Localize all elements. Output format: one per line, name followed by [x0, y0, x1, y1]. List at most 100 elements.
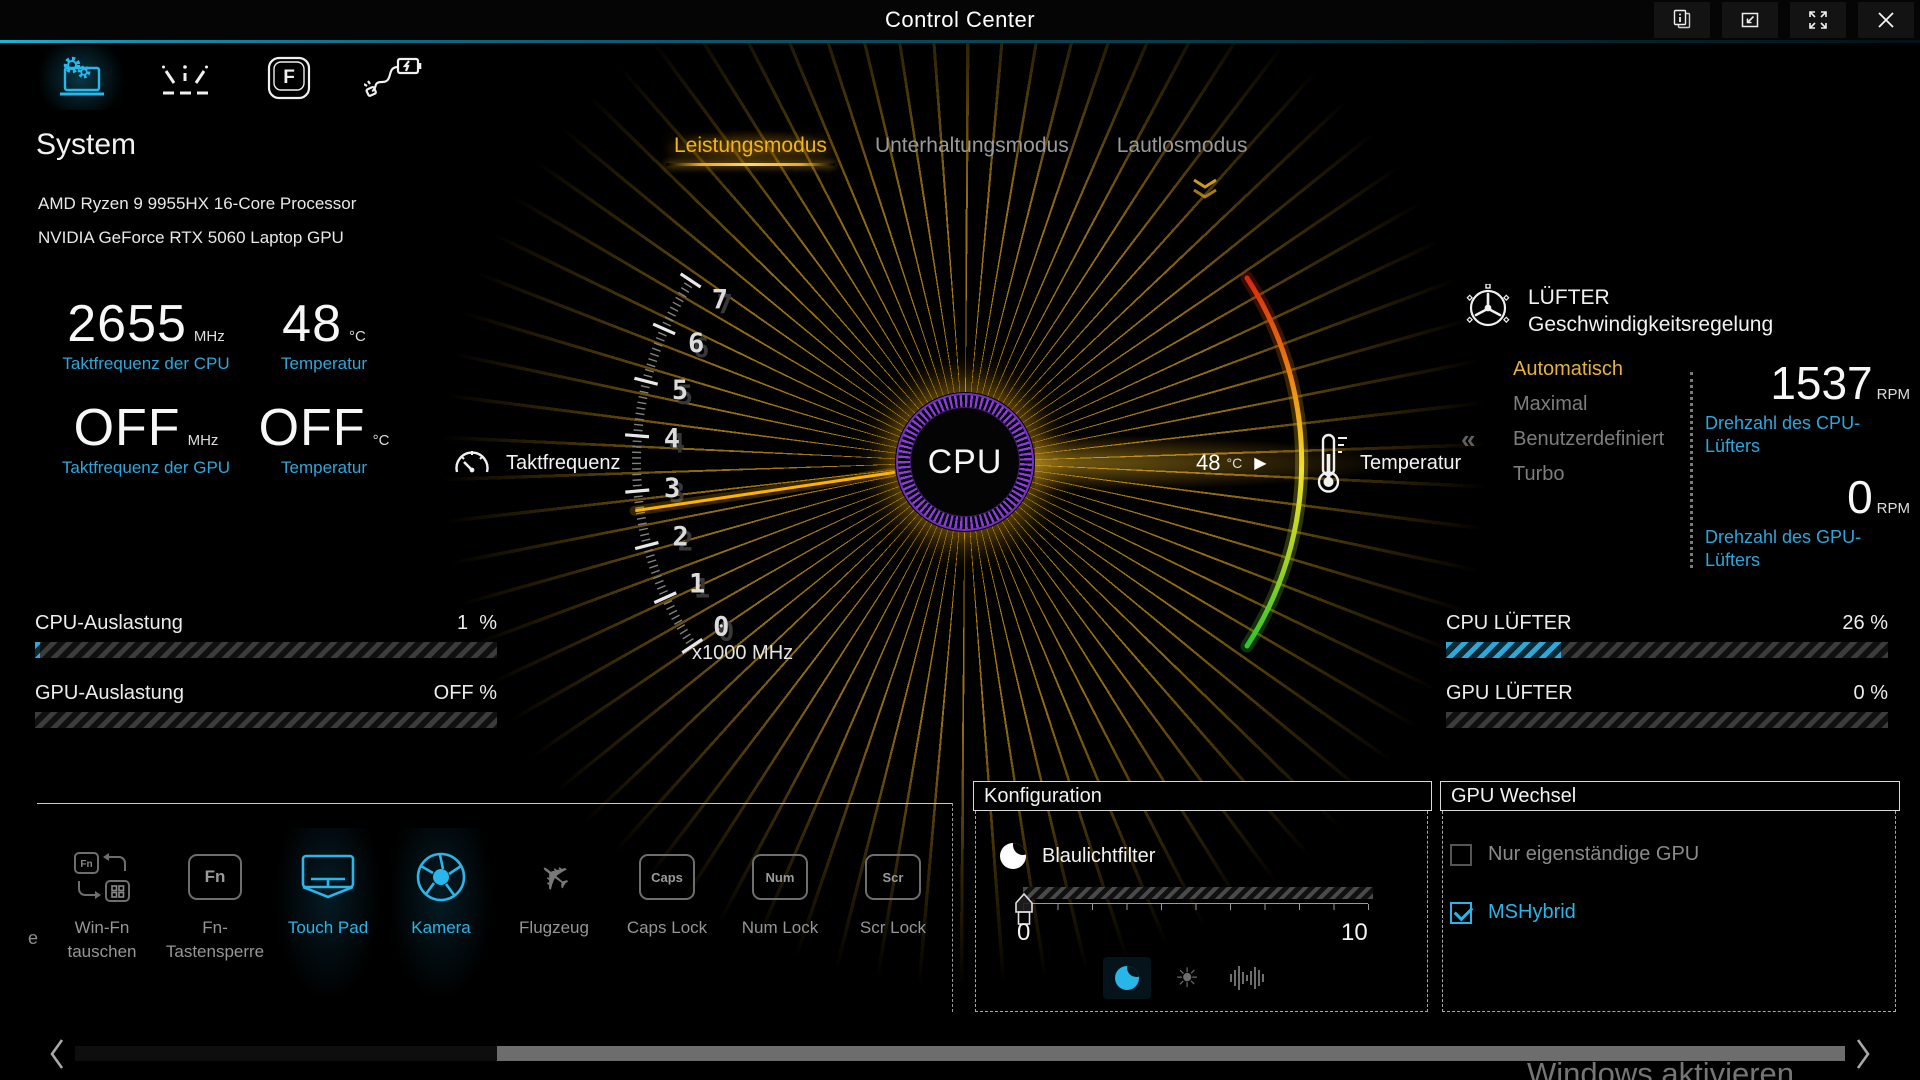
gpu-name: NVIDIA GeForce RTX 5060 Laptop GPU — [38, 228, 344, 248]
camera-button[interactable]: Kamera — [391, 828, 491, 996]
scroll-right-button[interactable] — [1854, 1038, 1872, 1070]
night-mode-toggle[interactable] — [1103, 957, 1151, 999]
keyboard-backlight-icon — [160, 57, 210, 99]
win-fn-swap-button[interactable]: Fn Win-Fntauschen — [52, 828, 152, 996]
bar-value: 1 % — [457, 612, 497, 635]
chevron-right-icon — [1854, 1038, 1872, 1070]
cpu-fan-bar — [1446, 642, 1888, 658]
restore-button[interactable] — [1722, 2, 1778, 38]
mode-lautlosmodus[interactable]: Lautlosmodus — [1103, 130, 1262, 166]
touchpad-button[interactable]: Touch Pad — [278, 828, 378, 996]
thermometer-icon — [1316, 432, 1348, 494]
konfiguration-title: Konfiguration — [973, 781, 1432, 811]
quick-button-label: Scr Lock — [860, 916, 926, 940]
gpu-fan-row: GPU LÜFTER 0 % — [1446, 682, 1888, 728]
stat-label: Temperatur — [260, 354, 388, 374]
fn-lock-button[interactable]: Fn Fn-Tastensperre — [165, 828, 265, 996]
scroll-left-button[interactable] — [48, 1038, 66, 1070]
checkbox-unchecked[interactable] — [1450, 844, 1472, 866]
fan-option-automatisch[interactable]: Automatisch — [1513, 358, 1664, 381]
feature-tabs: F — [36, 46, 438, 110]
power-adapter-icon — [364, 55, 422, 101]
mshybrid-option[interactable]: MSHybrid — [1450, 901, 1576, 924]
camera-shutter-icon — [414, 842, 468, 912]
num-lock-button[interactable]: Num Num Lock — [730, 828, 830, 996]
fan-panel-title: LÜFTER Geschwindigkeitsregelung — [1528, 284, 1773, 338]
close-button[interactable] — [1858, 2, 1914, 38]
gpu-fan-bar — [1446, 712, 1888, 728]
cpu-usage-bar — [35, 642, 497, 658]
bar-label: GPU-Auslastung — [35, 682, 184, 705]
gpu-switch-title: GPU Wechsel — [1440, 781, 1900, 811]
blue-light-slider-track[interactable] — [1023, 887, 1373, 899]
slider-scale-ticks — [1023, 904, 1369, 910]
cpu-usage-row: CPU-Auslastung 1 % — [35, 612, 497, 658]
fan-panel-header: LÜFTER Geschwindigkeitsregelung — [1466, 284, 1773, 338]
mode-leistungsmodus[interactable]: Leistungsmodus — [660, 130, 841, 166]
fan-option-benutzerdefiniert[interactable]: «Benutzerdefiniert — [1513, 428, 1664, 451]
konfiguration-panel: Konfiguration Blaulichtfilter 0 10 ☀ — [973, 781, 1432, 1012]
expand-modes-button[interactable] — [1192, 178, 1218, 200]
stat-cpu-temperature: 48°C Temperatur — [260, 294, 388, 374]
cpu-fan-row: CPU LÜFTER 26 % — [1446, 612, 1888, 658]
gpu-fan-rpm-label: Drehzahl des GPU-Lüfters — [1705, 526, 1910, 572]
info-button[interactable] — [1654, 2, 1710, 38]
rpm-value: 1537 — [1770, 356, 1872, 410]
airplane-icon: ✈ — [538, 842, 570, 912]
tab-system[interactable] — [36, 46, 126, 110]
mode-unterhaltungsmodus[interactable]: Unterhaltungsmodus — [861, 130, 1083, 166]
brightness-toggle[interactable]: ☀ — [1163, 957, 1211, 999]
windows-activation-watermark: Windows aktivieren — [1527, 1056, 1794, 1080]
tab-fkeys[interactable]: F — [244, 46, 334, 110]
num-key-icon: Num — [752, 842, 808, 912]
rpm-value: 0 — [1847, 470, 1873, 524]
fan-mode-options: Automatisch Maximal «Benutzerdefiniert T… — [1513, 358, 1664, 498]
rpm-unit: RPM — [1877, 386, 1910, 403]
slider-max-label: 10 — [1341, 919, 1368, 947]
checkbox-checked[interactable] — [1450, 902, 1472, 924]
bar-value: OFF % — [434, 682, 497, 705]
scroll-lock-button[interactable]: Scr Scr Lock — [843, 828, 943, 996]
gauge-scale-unit: x1000 MHz — [692, 642, 793, 665]
sound-toggle[interactable] — [1223, 957, 1271, 999]
fan-option-maximal[interactable]: Maximal — [1513, 393, 1664, 416]
temperature-label: Temperatur — [1360, 452, 1461, 475]
temperature-unit: °C — [1226, 455, 1242, 471]
bar-value: 0 % — [1854, 682, 1888, 705]
cpu-fan-rpm: 1537 RPM — [1705, 356, 1910, 410]
stat-gpu-temperature: OFF°C Temperatur — [260, 398, 388, 478]
stat-value: 48 — [282, 294, 342, 354]
fan-option-turbo[interactable]: Turbo — [1513, 463, 1664, 486]
fan-rpm-readouts: 1537 RPM Drehzahl des CPU-Lüfters 0 RPM … — [1705, 356, 1910, 572]
caps-key-icon: Caps — [639, 842, 695, 912]
usage-bars: CPU-Auslastung 1 % GPU-Auslastung OFF % — [35, 612, 497, 728]
cpu-name: AMD Ryzen 9 9955HX 16-Core Processor — [38, 194, 356, 214]
discrete-gpu-option[interactable]: Nur eigenständige GPU — [1450, 843, 1699, 866]
moon-icon — [1000, 843, 1026, 869]
quick-button-label: Touch Pad — [288, 916, 368, 940]
fullscreen-icon — [1806, 8, 1830, 32]
info-document-icon — [1670, 8, 1694, 32]
clipped-button-label: e — [28, 928, 38, 949]
tab-power[interactable] — [348, 46, 438, 110]
konfiguration-mode-icons: ☀ — [1103, 957, 1271, 999]
svg-text:Fn: Fn — [80, 859, 92, 870]
fullscreen-button[interactable] — [1790, 2, 1846, 38]
caps-lock-button[interactable]: Caps Caps Lock — [617, 828, 717, 996]
restore-window-icon — [1738, 8, 1762, 32]
airplane-mode-button[interactable]: ✈ Flugzeug — [504, 828, 604, 996]
marker-triangle-icon: ▶ — [1254, 453, 1266, 473]
stat-unit: MHz — [194, 328, 225, 345]
quick-button-label: Win-Fntauschen — [68, 916, 137, 964]
brightness-icon: ☀ — [1175, 963, 1199, 994]
stat-cpu-frequency: 2655MHz Taktfrequenz der CPU — [40, 294, 252, 374]
tab-lighting[interactable] — [140, 46, 230, 110]
stat-value: OFF — [259, 398, 366, 458]
touchpad-icon — [299, 842, 357, 912]
fan-icon — [1466, 284, 1510, 330]
window-controls — [1654, 2, 1914, 38]
stat-gpu-frequency: OFFMHz Taktfrequenz der GPU — [40, 398, 252, 478]
cpu-hub-label: CPU — [910, 407, 1020, 517]
performance-mode-tabs: Leistungsmodus Unterhaltungsmodus Lautlo… — [660, 130, 1261, 166]
cpu-fan-rpm-label: Drehzahl des CPU-Lüfters — [1705, 412, 1910, 458]
